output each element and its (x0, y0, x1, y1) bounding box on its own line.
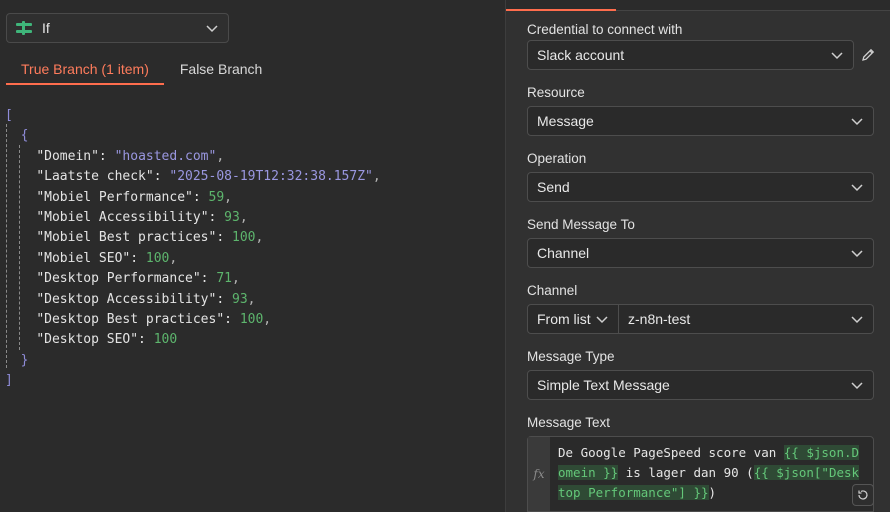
channel-field: From list z-n8n-test (527, 304, 874, 334)
json-key[interactable]: Desktop SEO (44, 332, 130, 347)
chevron-down-icon (851, 118, 863, 126)
json-key[interactable]: Desktop Accessibility (44, 292, 208, 307)
message-text-label: Message Text (527, 415, 611, 430)
json-value[interactable]: 100 (154, 332, 177, 347)
credential-select[interactable]: Slack account (527, 40, 854, 70)
json-row: "Domein": "hoasted.com", (36, 148, 225, 164)
resource-value: Message (537, 113, 594, 129)
json-value[interactable]: "hoasted.com" (115, 149, 217, 164)
node-selector[interactable]: If (6, 13, 229, 43)
expand-icon (858, 490, 868, 500)
message-type-label: Message Type (527, 349, 615, 364)
send-to-value: Channel (537, 245, 590, 261)
message-text-editor[interactable]: fx De Google PageSpeed score van {{ $jso… (527, 436, 874, 512)
message-type-select[interactable]: Simple Text Message (527, 370, 874, 400)
chevron-down-icon (851, 316, 863, 324)
message-text-content[interactable]: De Google PageSpeed score van {{ $json.D… (550, 437, 870, 511)
resource-select[interactable]: Message (527, 106, 874, 136)
channel-value: z-n8n-test (628, 311, 691, 327)
operation-value: Send (537, 179, 570, 195)
chevron-down-icon (831, 52, 843, 60)
message-text-part: ) (708, 485, 717, 500)
json-key[interactable]: Mobiel Performance (44, 190, 185, 205)
json-output: [ { "Domein": "hoasted.com", "Laatste ch… (5, 106, 381, 391)
branch-tabs: True Branch (1 item) False Branch (6, 55, 277, 85)
json-key[interactable]: Desktop Performance (44, 271, 193, 286)
json-key[interactable]: Domein (44, 149, 91, 164)
operation-select[interactable]: Send (527, 172, 874, 202)
panel-tab-active-indicator (506, 9, 616, 11)
credential-label: Credential to connect with (527, 22, 683, 37)
json-row: "Desktop SEO": 100 (36, 332, 178, 348)
json-value[interactable]: 71 (216, 271, 232, 286)
json-value[interactable]: 100 (240, 312, 263, 327)
json-row: "Laatste check": "2025-08-19T12:32:38.15… (36, 169, 381, 185)
if-branch-icon (16, 21, 32, 35)
json-key[interactable]: Mobiel SEO (44, 251, 122, 266)
resource-label: Resource (527, 85, 585, 100)
channel-mode-value: From list (537, 311, 591, 327)
channel-select[interactable]: z-n8n-test (619, 304, 874, 334)
channel-mode-select[interactable]: From list (527, 304, 619, 334)
send-to-label: Send Message To (527, 217, 635, 232)
message-text-part: De Google PageSpeed score van (558, 445, 784, 460)
json-row: "Mobiel Accessibility": 93, (36, 209, 248, 225)
chevron-down-icon (851, 250, 863, 258)
credential-value: Slack account (537, 47, 625, 63)
json-open-bracket: [ (5, 108, 13, 123)
json-row: "Mobiel SEO": 100, (36, 250, 178, 266)
json-row: "Desktop Best practices": 100, (36, 311, 272, 327)
json-row: "Mobiel Performance": 59, (36, 189, 232, 205)
json-value[interactable]: 100 (146, 251, 169, 266)
json-close-brace: } (5, 352, 29, 368)
chevron-down-icon (596, 316, 608, 324)
json-value[interactable]: 93 (224, 210, 240, 225)
output-panel: If True Branch (1 item) False Branch [ {… (0, 0, 505, 512)
chevron-down-icon (851, 382, 863, 390)
open-expression-editor-button[interactable] (852, 484, 874, 506)
json-value[interactable]: 59 (209, 190, 225, 205)
edit-pencil-icon[interactable] (860, 47, 876, 63)
json-key[interactable]: Mobiel Accessibility (44, 210, 201, 225)
json-row: "Mobiel Best practices": 100, (36, 230, 264, 246)
node-name: If (42, 20, 50, 36)
json-value[interactable]: 100 (232, 230, 255, 245)
chevron-down-icon (851, 184, 863, 192)
json-key[interactable]: Laatste check (44, 169, 146, 184)
parameters-panel: Credential to connect with Slack account… (505, 0, 890, 512)
chevron-down-icon (206, 25, 218, 33)
tab-true-branch[interactable]: True Branch (1 item) (6, 55, 164, 85)
json-close-bracket: ] (5, 373, 13, 389)
json-row: "Desktop Accessibility": 93, (36, 291, 256, 307)
json-row: "Desktop Performance": 71, (36, 271, 240, 287)
operation-label: Operation (527, 151, 587, 166)
fx-expression-icon: fx (528, 437, 550, 511)
json-key[interactable]: Mobiel Best practices (44, 230, 208, 245)
json-open-brace: { (5, 128, 29, 144)
channel-label: Channel (527, 283, 578, 298)
send-to-select[interactable]: Channel (527, 238, 874, 268)
message-type-value: Simple Text Message (537, 377, 670, 393)
json-value[interactable]: 93 (232, 292, 248, 307)
message-text-part: is lager dan 90 ( (618, 465, 754, 480)
tab-false-branch[interactable]: False Branch (165, 55, 277, 85)
json-value[interactable]: "2025-08-19T12:32:38.157Z" (169, 169, 373, 184)
json-key[interactable]: Desktop Best practices (44, 312, 216, 327)
